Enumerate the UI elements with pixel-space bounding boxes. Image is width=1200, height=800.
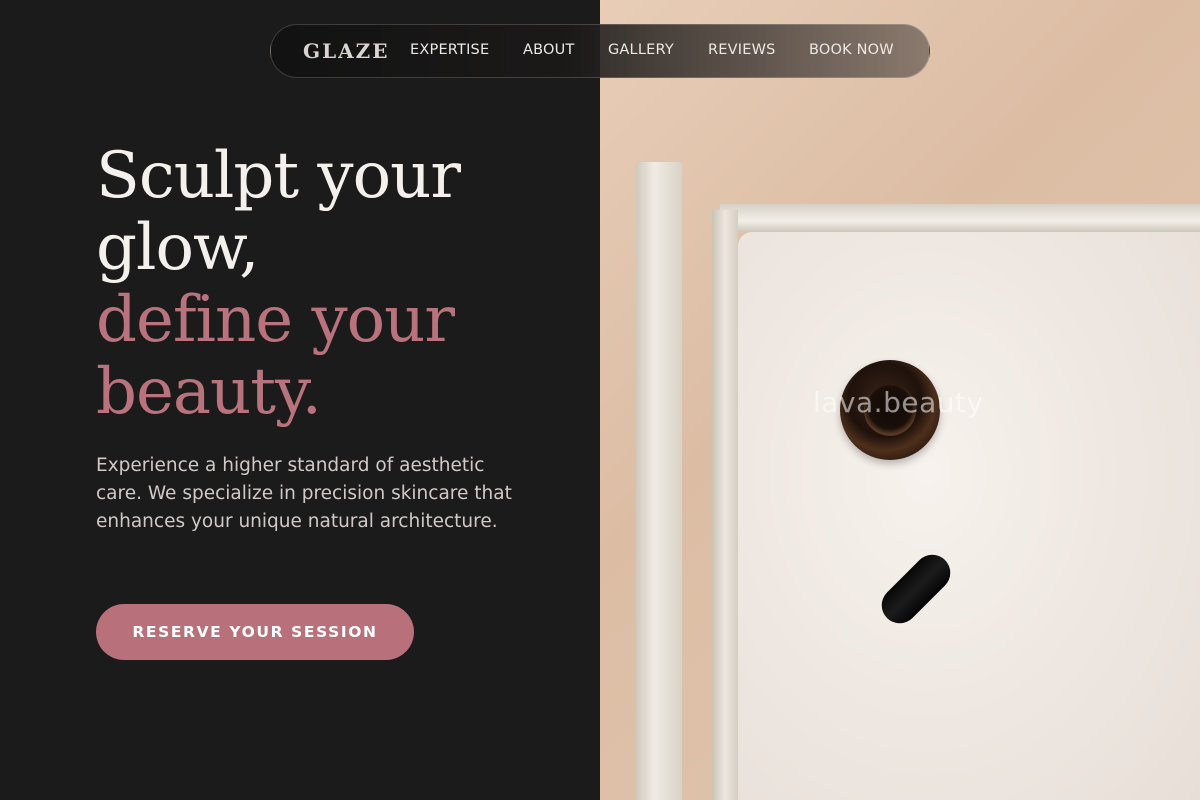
nav-item-reviews[interactable]: REVIEWS xyxy=(708,42,776,58)
reserve-session-button[interactable]: RESERVE YOUR SESSION xyxy=(96,604,414,660)
hero-title-accent-line: define your xyxy=(96,283,455,357)
brand-logo[interactable]: GLAZE xyxy=(303,39,390,63)
image-watermark: lava.beauty xyxy=(813,386,984,419)
hero-subtitle: Experience a higher standard of aestheti… xyxy=(96,455,512,532)
nav-item-gallery[interactable]: GALLERY xyxy=(608,42,674,58)
nav-item-about[interactable]: ABOUT xyxy=(523,42,575,58)
towel xyxy=(738,232,1200,800)
hero-title-accent-line: beauty. xyxy=(96,355,322,429)
nav-item-expertise[interactable]: EXPERTISE xyxy=(410,42,489,58)
hero-image: lava.beauty xyxy=(600,0,1200,800)
main-nav: GLAZE EXPERTISE ABOUT GALLERY REVIEWS BO… xyxy=(270,24,930,78)
tray-frame xyxy=(720,204,1200,232)
hero-title-line: glow, xyxy=(96,211,259,285)
tray-frame xyxy=(636,162,682,800)
tray-frame xyxy=(712,210,738,800)
hero-panel: Sculpt your glow, define your beauty. Ex… xyxy=(0,0,600,800)
hero-title-line: Sculpt your xyxy=(96,139,461,213)
nav-item-book-now[interactable]: BOOK NOW xyxy=(809,42,894,58)
hero-title: Sculpt your glow, define your beauty. xyxy=(96,139,461,429)
